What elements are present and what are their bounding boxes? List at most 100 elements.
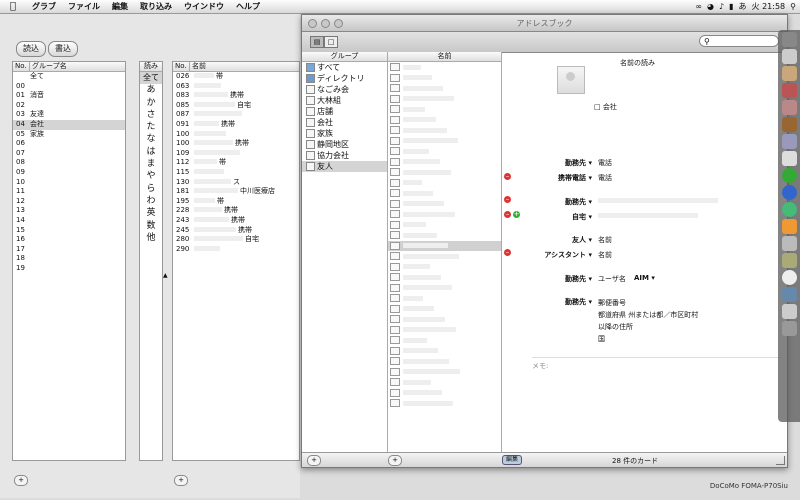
- email-home-label[interactable]: 自宅 ▾: [502, 212, 592, 222]
- kana-index-list[interactable]: 読み 全てあかさたなはまやらわ英数他: [139, 61, 163, 461]
- address-fields[interactable]: 郵便番号 都道府県 州または都／市区町村 以降の住所 国: [598, 297, 698, 345]
- group-row[interactable]: 08: [13, 158, 125, 168]
- add-contact-button[interactable]: +: [388, 455, 402, 466]
- email-work-value[interactable]: [598, 197, 718, 205]
- contact-row[interactable]: [388, 304, 501, 315]
- group-row[interactable]: 13: [13, 206, 125, 216]
- group-row[interactable]: 06: [13, 139, 125, 149]
- ical-icon[interactable]: [781, 83, 797, 98]
- contact-row[interactable]: [388, 377, 501, 388]
- view-columns-button[interactable]: ▤: [310, 36, 324, 48]
- contact-row[interactable]: [388, 94, 501, 105]
- friend-label[interactable]: 友人 ▾: [502, 235, 592, 245]
- group-item[interactable]: 会社: [302, 117, 387, 128]
- im-service-select[interactable]: AIM ▾: [634, 274, 655, 282]
- name-row[interactable]: 195 帯: [173, 197, 299, 207]
- contact-row[interactable]: [388, 146, 501, 157]
- chat-icon[interactable]: [781, 168, 797, 183]
- street-field[interactable]: 以降の住所: [598, 321, 698, 333]
- kana-item[interactable]: は: [140, 146, 162, 158]
- menu-item-window[interactable]: ウインドウ: [184, 1, 224, 12]
- contact-row[interactable]: [388, 346, 501, 357]
- contact-row[interactable]: [388, 230, 501, 241]
- name-row[interactable]: 290: [173, 245, 299, 255]
- name-row[interactable]: 100: [173, 130, 299, 140]
- contact-row[interactable]: [388, 283, 501, 294]
- kana-item[interactable]: さ: [140, 109, 162, 121]
- title-bar[interactable]: アドレスブック: [302, 15, 787, 32]
- memo-field[interactable]: メモ:: [532, 357, 782, 371]
- preview-icon[interactable]: [781, 236, 797, 251]
- contact-row[interactable]: [388, 125, 501, 136]
- assistant-label[interactable]: アシスタント ▾: [502, 250, 592, 260]
- group-row[interactable]: 16: [13, 235, 125, 245]
- group-item[interactable]: 店舗: [302, 106, 387, 117]
- address-label[interactable]: 勤務先 ▾: [502, 297, 592, 307]
- resize-handle[interactable]: [776, 456, 785, 465]
- kana-item[interactable]: た: [140, 121, 162, 133]
- contact-row[interactable]: [388, 335, 501, 346]
- group-item[interactable]: なごみ会: [302, 84, 387, 95]
- kana-item[interactable]: 数: [140, 220, 162, 232]
- sticky-icon[interactable]: [781, 219, 797, 234]
- add-group-button[interactable]: +: [14, 475, 28, 486]
- photo-icon[interactable]: [781, 117, 797, 132]
- group-item[interactable]: ディレクトリ: [302, 73, 387, 84]
- folder-icon[interactable]: [781, 287, 797, 302]
- group-item[interactable]: 友人: [302, 161, 387, 172]
- group-row[interactable]: 10: [13, 178, 125, 188]
- postal-code-field[interactable]: 郵便番号: [598, 297, 698, 309]
- group-row[interactable]: 03 友達: [13, 110, 125, 120]
- name-row[interactable]: 109: [173, 149, 299, 159]
- contact-row[interactable]: [388, 293, 501, 304]
- name-row[interactable]: 181 中川医療店: [173, 187, 299, 197]
- name-row[interactable]: 085 自宅: [173, 101, 299, 111]
- contact-row[interactable]: [388, 398, 501, 409]
- group-row[interactable]: 12: [13, 197, 125, 207]
- menu-item-graph[interactable]: グラブ: [32, 1, 56, 12]
- contact-row[interactable]: [388, 240, 501, 251]
- name-row[interactable]: 026 帯: [173, 72, 299, 82]
- contact-row[interactable]: [388, 262, 501, 273]
- contact-row[interactable]: [388, 272, 501, 283]
- group-row[interactable]: 18: [13, 254, 125, 264]
- contact-row[interactable]: [388, 388, 501, 399]
- group-row[interactable]: 00: [13, 82, 125, 92]
- contact-row[interactable]: [388, 209, 501, 220]
- menu-item-import[interactable]: 取り込み: [140, 1, 172, 12]
- group-row[interactable]: 15: [13, 226, 125, 236]
- contact-row[interactable]: [388, 325, 501, 336]
- group-item[interactable]: 協力会社: [302, 150, 387, 161]
- add-group-button[interactable]: +: [307, 455, 321, 466]
- name-row[interactable]: 087: [173, 110, 299, 120]
- menu-item-file[interactable]: ファイル: [68, 1, 100, 12]
- finder-icon[interactable]: [781, 32, 797, 47]
- view-card-button[interactable]: □: [324, 36, 338, 48]
- mobile-label[interactable]: 携帯電話 ▾: [502, 173, 592, 183]
- name-row[interactable]: 115: [173, 168, 299, 178]
- assistant-value[interactable]: 名前: [598, 250, 612, 260]
- contact-row[interactable]: [388, 62, 501, 73]
- spotlight-icon[interactable]: ⚲: [790, 2, 796, 11]
- mail-icon[interactable]: [781, 134, 797, 149]
- contact-row[interactable]: [388, 188, 501, 199]
- group-row[interactable]: 全て: [13, 72, 125, 82]
- name-row[interactable]: 243 携帯: [173, 216, 299, 226]
- read-button[interactable]: 読込: [16, 41, 46, 57]
- group-item[interactable]: すべて: [302, 62, 387, 73]
- kana-item[interactable]: 全て: [140, 72, 162, 85]
- phone-work-value[interactable]: 電話: [598, 158, 612, 168]
- contact-row[interactable]: [388, 115, 501, 126]
- trash-icon[interactable]: [781, 321, 797, 336]
- name-column[interactable]: 名前: [388, 52, 502, 452]
- battery-icon[interactable]: ▮: [729, 2, 733, 11]
- contact-row[interactable]: [388, 136, 501, 147]
- contact-row[interactable]: [388, 220, 501, 231]
- name-row[interactable]: 100 携帯: [173, 139, 299, 149]
- group-row[interactable]: 14: [13, 216, 125, 226]
- company-checkbox[interactable]: □ 会社: [594, 102, 617, 112]
- kana-item[interactable]: 英: [140, 207, 162, 219]
- group-row[interactable]: 04 会社: [13, 119, 125, 130]
- contact-row[interactable]: [388, 157, 501, 168]
- bluetooth-icon[interactable]: ∞: [695, 2, 702, 11]
